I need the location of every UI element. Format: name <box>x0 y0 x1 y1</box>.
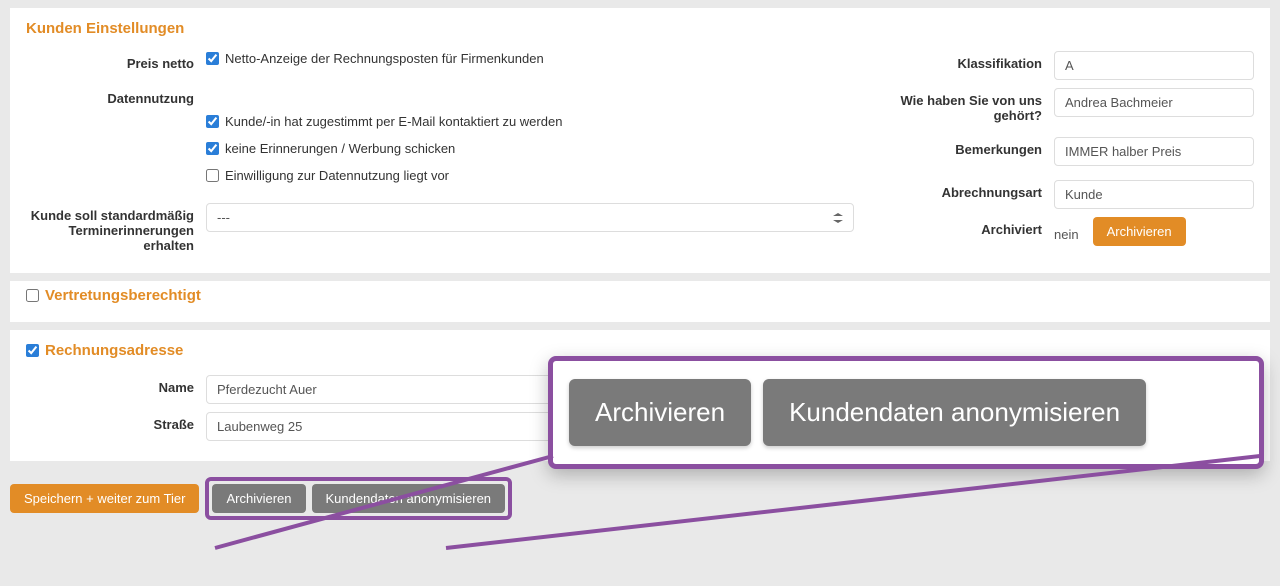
no-ads-text: keine Erinnerungen / Werbung schicken <box>225 141 455 156</box>
archived-value: nein <box>1054 222 1079 242</box>
panel-title-settings: Kunden Einstellungen <box>26 20 1254 37</box>
preis-netto-checkbox[interactable] <box>206 52 219 65</box>
billing-input[interactable] <box>1054 180 1254 209</box>
callout-archive-button[interactable]: Archivieren <box>569 379 751 446</box>
highlighted-button-group: Archivieren Kundendaten anonymisieren <box>205 477 512 520</box>
callout-anonymize-button[interactable]: Kundendaten anonymisieren <box>763 379 1146 446</box>
reminder-label: Kunde soll standardmäßig Terminerinnerun… <box>26 203 206 253</box>
email-consent-checkbox[interactable] <box>206 115 219 128</box>
heard-label: Wie haben Sie von uns gehört? <box>874 88 1054 123</box>
archive-button-small[interactable]: Archivieren <box>1093 217 1186 246</box>
rep-checkbox[interactable] <box>26 289 39 302</box>
klass-label: Klassifikation <box>874 51 1054 71</box>
archived-label: Archiviert <box>874 217 1054 237</box>
customer-settings-panel: Kunden Einstellungen Preis netto Netto-A… <box>10 8 1270 273</box>
preis-netto-text: Netto-Anzeige der Rechnungsposten für Fi… <box>225 51 544 66</box>
consent-on-file-text: Einwilligung zur Datennutzung liegt vor <box>225 168 449 183</box>
footer-bar: Speichern + weiter zum Tier Archivieren … <box>0 469 1280 534</box>
heard-input[interactable] <box>1054 88 1254 117</box>
notes-label: Bemerkungen <box>874 137 1054 157</box>
save-button[interactable]: Speichern + weiter zum Tier <box>10 484 199 513</box>
datennutzung-label: Datennutzung <box>26 86 206 106</box>
reminder-select[interactable]: --- <box>206 203 854 232</box>
notes-input[interactable] <box>1054 137 1254 166</box>
rep-panel: Vertretungsberechtigt <box>10 281 1270 322</box>
consent-on-file-checkbox[interactable] <box>206 169 219 182</box>
rep-title: Vertretungsberechtigt <box>45 287 201 304</box>
footer-archive-button[interactable]: Archivieren <box>212 484 305 513</box>
settings-right-col: Klassifikation Wie haben Sie von uns geh… <box>874 51 1254 261</box>
footer-anonymize-button[interactable]: Kundendaten anonymisieren <box>312 484 506 513</box>
preis-netto-label: Preis netto <box>26 51 206 71</box>
klass-input[interactable] <box>1054 51 1254 80</box>
billing-addr-title: Rechnungsadresse <box>45 342 183 359</box>
settings-left-col: Preis netto Netto-Anzeige der Rechnungsp… <box>26 51 854 261</box>
callout-popup: Archivieren Kundendaten anonymisieren <box>548 356 1264 469</box>
name-label: Name <box>26 375 206 395</box>
email-consent-text: Kunde/-in hat zugestimmt per E-Mail kont… <box>225 114 562 129</box>
street-label: Straße <box>26 412 206 432</box>
billing-label: Abrechnungsart <box>874 180 1054 200</box>
no-ads-checkbox[interactable] <box>206 142 219 155</box>
billing-addr-checkbox[interactable] <box>26 344 39 357</box>
